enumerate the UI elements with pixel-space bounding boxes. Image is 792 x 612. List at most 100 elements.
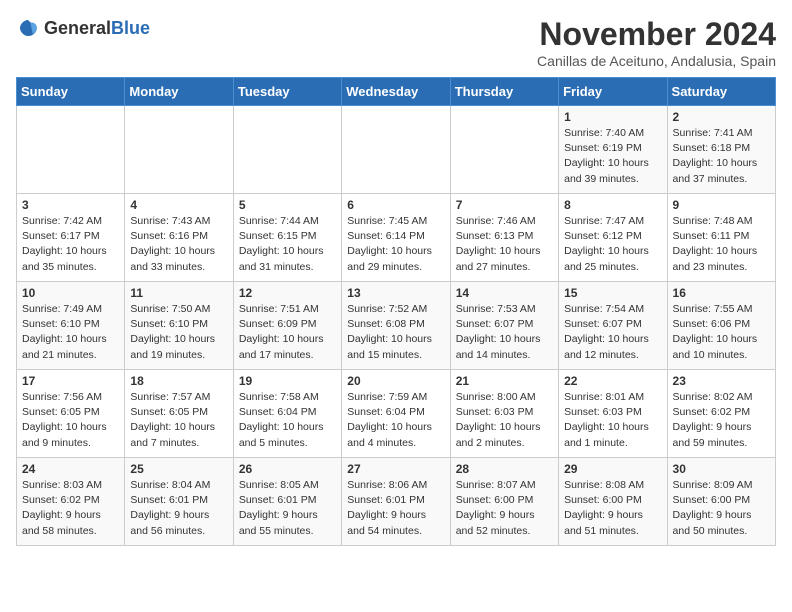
weekday-header-friday: Friday [559,78,667,106]
day-number: 22 [564,374,661,388]
day-cell: 8Sunrise: 7:47 AM Sunset: 6:12 PM Daylig… [559,194,667,282]
week-row-1: 1Sunrise: 7:40 AM Sunset: 6:19 PM Daylig… [17,106,776,194]
weekday-header-monday: Monday [125,78,233,106]
day-info: Sunrise: 7:57 AM Sunset: 6:05 PM Dayligh… [130,390,227,451]
day-info: Sunrise: 7:53 AM Sunset: 6:07 PM Dayligh… [456,302,553,363]
day-number: 5 [239,198,336,212]
day-cell: 22 Sunrise: 8:01 AM Sunset: 6:03 PM Dayli… [559,370,667,458]
logo: GeneralBlue [16,16,150,40]
day-info: Sunrise: 7:43 AM Sunset: 6:16 PM Dayligh… [130,214,227,275]
day-cell: 25 Sunrise: 8:04 AM Sunset: 6:01 PM Dayli… [125,458,233,546]
day-number: 21 [456,374,553,388]
day-info: Sunrise: 8:01 AM Sunset: 6:03 PM Dayligh… [564,390,661,451]
day-number: 4 [130,198,227,212]
day-info: Sunrise: 7:50 AM Sunset: 6:10 PM Dayligh… [130,302,227,363]
location-subtitle: Canillas de Aceituno, Andalusia, Spain [537,53,776,69]
day-cell: 4 Sunrise: 7:43 AM Sunset: 6:16 PM Daylig… [125,194,233,282]
day-info: Sunrise: 7:41 AM Sunset: 6:18 PM Dayligh… [673,126,770,187]
day-info: Sunrise: 8:05 AM Sunset: 6:01 PM Dayligh… [239,478,336,539]
day-number: 8 [564,198,661,212]
day-info: Sunrise: 7:44 AM Sunset: 6:15 PM Dayligh… [239,214,336,275]
title-area: November 2024 Canillas de Aceituno, Anda… [537,16,776,69]
day-cell: 29 Sunrise: 8:08 AM Sunset: 6:00 PM Dayli… [559,458,667,546]
week-row-2: 3 Sunrise: 7:42 AM Sunset: 6:17 PM Daylig… [17,194,776,282]
day-cell [342,106,450,194]
day-info: Sunrise: 8:09 AM Sunset: 6:00 PM Dayligh… [673,478,770,539]
day-info: Sunrise: 7:48 AM Sunset: 6:11 PM Dayligh… [673,214,770,275]
day-number: 12 [239,286,336,300]
day-cell: 23 Sunrise: 8:02 AM Sunset: 6:02 PM Dayli… [667,370,775,458]
weekday-header-sunday: Sunday [17,78,125,106]
weekday-header-wednesday: Wednesday [342,78,450,106]
day-number: 18 [130,374,227,388]
logo-blue: Blue [111,18,150,38]
weekday-header-thursday: Thursday [450,78,558,106]
day-number: 23 [673,374,770,388]
day-cell: 12 Sunrise: 7:51 AM Sunset: 6:09 PM Dayli… [233,282,341,370]
day-info: Sunrise: 8:07 AM Sunset: 6:00 PM Dayligh… [456,478,553,539]
day-info: Sunrise: 7:52 AM Sunset: 6:08 PM Dayligh… [347,302,444,363]
day-number: 28 [456,462,553,476]
day-cell: 26 Sunrise: 8:05 AM Sunset: 6:01 PM Dayli… [233,458,341,546]
day-cell: 27 Sunrise: 8:06 AM Sunset: 6:01 PM Dayli… [342,458,450,546]
day-info: Sunrise: 7:49 AM Sunset: 6:10 PM Dayligh… [22,302,119,363]
day-cell: 3 Sunrise: 7:42 AM Sunset: 6:17 PM Daylig… [17,194,125,282]
day-info: Sunrise: 8:02 AM Sunset: 6:02 PM Dayligh… [673,390,770,451]
logo-text: GeneralBlue [44,18,150,39]
day-number: 16 [673,286,770,300]
day-number: 25 [130,462,227,476]
day-cell: 20Sunrise: 7:59 AM Sunset: 6:04 PM Dayli… [342,370,450,458]
day-number: 29 [564,462,661,476]
day-cell: 7Sunrise: 7:46 AM Sunset: 6:13 PM Daylig… [450,194,558,282]
calendar-table: SundayMondayTuesdayWednesdayThursdayFrid… [16,77,776,546]
day-cell: 24 Sunrise: 8:03 AM Sunset: 6:02 PM Dayli… [17,458,125,546]
day-number: 19 [239,374,336,388]
logo-icon [16,16,40,40]
day-number: 10 [22,286,119,300]
day-cell: 19Sunrise: 7:58 AM Sunset: 6:04 PM Dayli… [233,370,341,458]
day-cell: 9 Sunrise: 7:48 AM Sunset: 6:11 PM Daylig… [667,194,775,282]
header: GeneralBlue November 2024 Canillas de Ac… [16,16,776,69]
day-cell: 30 Sunrise: 8:09 AM Sunset: 6:00 PM Dayli… [667,458,775,546]
day-number: 9 [673,198,770,212]
month-title: November 2024 [537,16,776,53]
day-cell: 16 Sunrise: 7:55 AM Sunset: 6:06 PM Dayli… [667,282,775,370]
day-info: Sunrise: 8:08 AM Sunset: 6:00 PM Dayligh… [564,478,661,539]
day-info: Sunrise: 7:42 AM Sunset: 6:17 PM Dayligh… [22,214,119,275]
day-cell: 10 Sunrise: 7:49 AM Sunset: 6:10 PM Dayli… [17,282,125,370]
day-number: 3 [22,198,119,212]
day-cell: 2Sunrise: 7:41 AM Sunset: 6:18 PM Daylig… [667,106,775,194]
day-cell: 13 Sunrise: 7:52 AM Sunset: 6:08 PM Dayli… [342,282,450,370]
day-number: 27 [347,462,444,476]
day-info: Sunrise: 7:46 AM Sunset: 6:13 PM Dayligh… [456,214,553,275]
day-cell: 6 Sunrise: 7:45 AM Sunset: 6:14 PM Daylig… [342,194,450,282]
day-number: 26 [239,462,336,476]
day-number: 15 [564,286,661,300]
day-number: 13 [347,286,444,300]
day-number: 17 [22,374,119,388]
day-cell: 14 Sunrise: 7:53 AM Sunset: 6:07 PM Dayli… [450,282,558,370]
day-info: Sunrise: 8:03 AM Sunset: 6:02 PM Dayligh… [22,478,119,539]
weekday-header-tuesday: Tuesday [233,78,341,106]
day-info: Sunrise: 7:56 AM Sunset: 6:05 PM Dayligh… [22,390,119,451]
day-number: 14 [456,286,553,300]
day-info: Sunrise: 8:06 AM Sunset: 6:01 PM Dayligh… [347,478,444,539]
day-cell: 1Sunrise: 7:40 AM Sunset: 6:19 PM Daylig… [559,106,667,194]
day-cell: 5 Sunrise: 7:44 AM Sunset: 6:15 PM Daylig… [233,194,341,282]
week-row-4: 17 Sunrise: 7:56 AM Sunset: 6:05 PM Dayli… [17,370,776,458]
week-row-3: 10 Sunrise: 7:49 AM Sunset: 6:10 PM Dayli… [17,282,776,370]
day-info: Sunrise: 7:55 AM Sunset: 6:06 PM Dayligh… [673,302,770,363]
day-info: Sunrise: 7:51 AM Sunset: 6:09 PM Dayligh… [239,302,336,363]
day-info: Sunrise: 7:45 AM Sunset: 6:14 PM Dayligh… [347,214,444,275]
day-number: 24 [22,462,119,476]
day-info: Sunrise: 7:59 AM Sunset: 6:04 PM Dayligh… [347,390,444,451]
day-number: 11 [130,286,227,300]
day-cell [125,106,233,194]
day-cell: 21Sunrise: 8:00 AM Sunset: 6:03 PM Dayli… [450,370,558,458]
weekday-header-row: SundayMondayTuesdayWednesdayThursdayFrid… [17,78,776,106]
day-number: 30 [673,462,770,476]
day-info: Sunrise: 7:40 AM Sunset: 6:19 PM Dayligh… [564,126,661,187]
day-number: 6 [347,198,444,212]
day-info: Sunrise: 8:04 AM Sunset: 6:01 PM Dayligh… [130,478,227,539]
day-cell: 28 Sunrise: 8:07 AM Sunset: 6:00 PM Dayli… [450,458,558,546]
